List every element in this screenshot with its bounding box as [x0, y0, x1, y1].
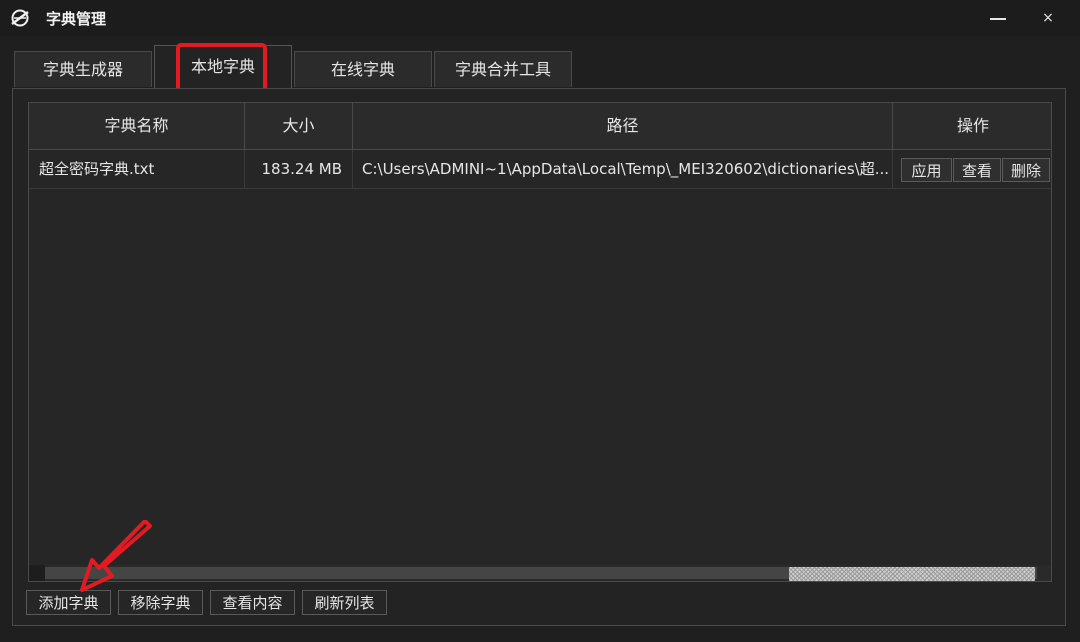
- minimize-icon: [990, 17, 1006, 20]
- view-content-button[interactable]: 查看内容: [210, 590, 295, 615]
- cell-name: 超全密码字典.txt: [29, 150, 245, 188]
- add-dictionary-button[interactable]: 添加字典: [26, 590, 111, 615]
- column-header-path[interactable]: 路径: [353, 103, 893, 149]
- dictionary-table: 字典名称 大小 路径 操作 超全密码字典.txt 183.24 MB C:\Us…: [28, 102, 1052, 582]
- app-logo-icon: [9, 7, 31, 29]
- cell-actions: 应用 查看 删除: [893, 150, 1051, 188]
- cell-path: C:\Users\ADMINI~1\AppData\Local\Temp\_ME…: [353, 150, 893, 188]
- tab-online-dictionary[interactable]: 在线字典: [294, 51, 432, 87]
- table-row[interactable]: 超全密码字典.txt 183.24 MB C:\Users\ADMINI~1\A…: [29, 150, 1051, 189]
- scroll-left-arrow[interactable]: [29, 565, 45, 581]
- minimize-button[interactable]: [978, 4, 1018, 32]
- apply-button[interactable]: 应用: [901, 158, 952, 182]
- column-header-name[interactable]: 字典名称: [29, 103, 245, 149]
- column-header-size[interactable]: 大小: [245, 103, 353, 149]
- title-bar: 字典管理 ×: [0, 0, 1080, 36]
- table-header: 字典名称 大小 路径 操作: [29, 103, 1051, 150]
- window-title: 字典管理: [46, 10, 107, 28]
- scrollbar-thumb[interactable]: [789, 567, 1035, 581]
- remove-dictionary-button[interactable]: 移除字典: [118, 590, 203, 615]
- tab-bar: 字典生成器 本地字典 在线字典 字典合并工具: [0, 36, 1080, 88]
- view-button[interactable]: 查看: [953, 158, 1001, 182]
- horizontal-scrollbar[interactable]: [29, 565, 1051, 581]
- tab-dictionary-merge-tool[interactable]: 字典合并工具: [434, 51, 572, 87]
- column-header-actions[interactable]: 操作: [893, 103, 1051, 149]
- cell-size: 183.24 MB: [245, 150, 353, 188]
- tab-local-dictionary[interactable]: 本地字典: [154, 45, 292, 88]
- refresh-list-button[interactable]: 刷新列表: [302, 590, 387, 615]
- delete-button[interactable]: 删除: [1002, 158, 1050, 182]
- tab-dictionary-generator[interactable]: 字典生成器: [14, 51, 152, 87]
- close-button[interactable]: ×: [1028, 4, 1068, 32]
